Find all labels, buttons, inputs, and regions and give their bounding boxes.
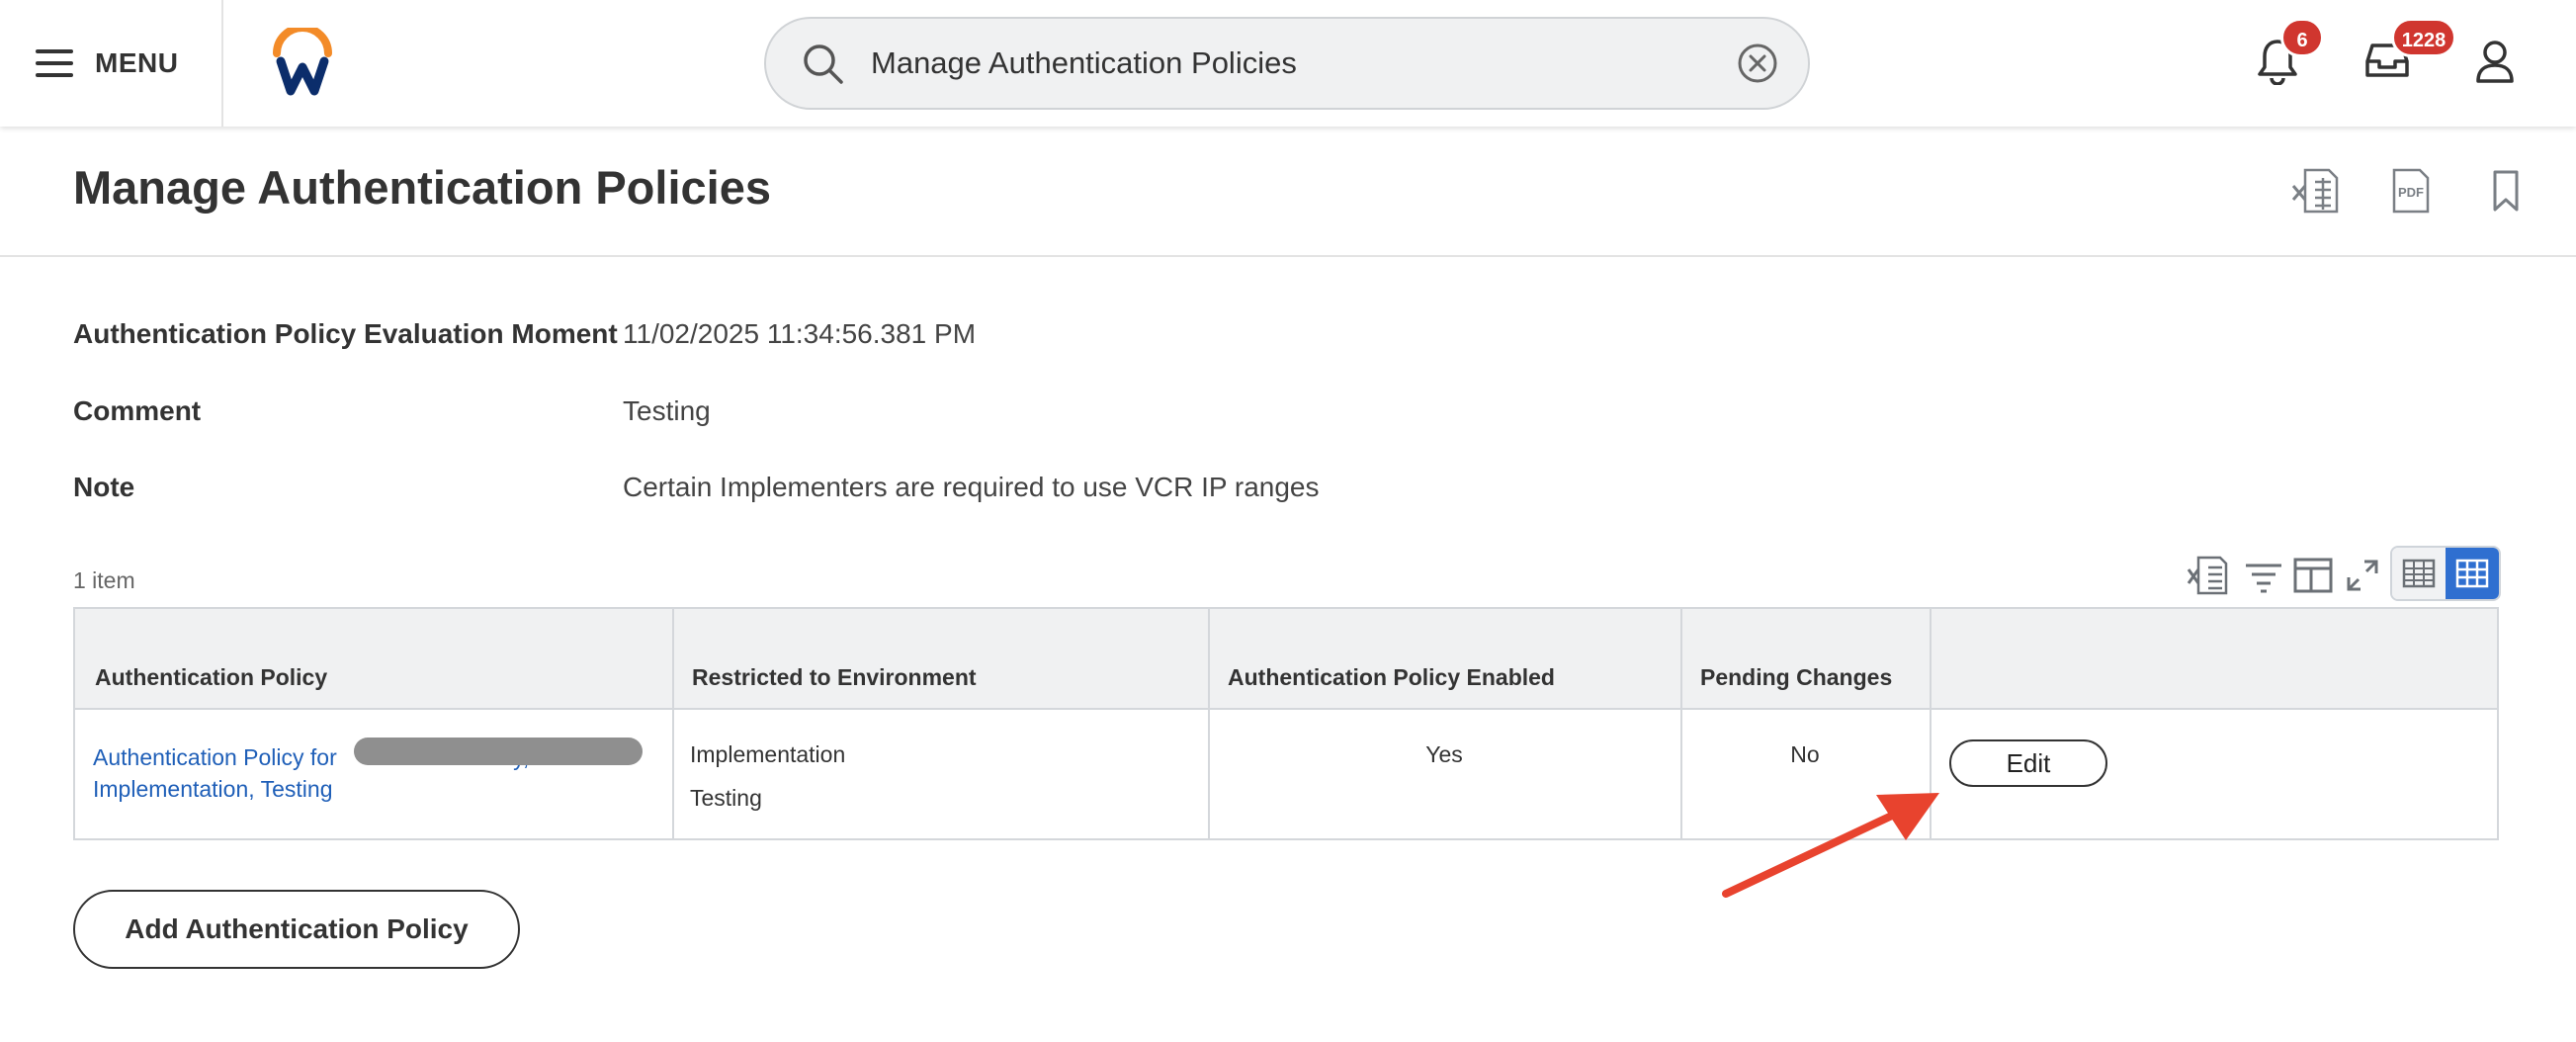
environment-testing: Testing xyxy=(690,785,762,811)
col-header-restricted-environment[interactable]: Restricted to Environment xyxy=(692,664,977,691)
search-icon xyxy=(804,44,843,84)
note-label: Note xyxy=(73,472,135,502)
search-input[interactable]: Manage Authentication Policies xyxy=(871,19,1297,108)
page-title: Manage Authentication Policies xyxy=(73,161,771,214)
evaluation-moment-label: Authentication Policy Evaluation Moment xyxy=(73,318,618,349)
table-view-icon xyxy=(2402,559,2436,588)
user-icon xyxy=(2476,41,2514,83)
column-divider xyxy=(1208,609,1210,838)
clear-search-icon[interactable] xyxy=(1735,41,1780,86)
col-header-authentication-policy[interactable]: Authentication Policy xyxy=(95,664,327,691)
view-toggle xyxy=(2390,546,2501,601)
annotation-arrow xyxy=(1722,793,1939,898)
profile-button[interactable] xyxy=(2475,40,2523,87)
grid-view-button[interactable] xyxy=(2446,548,2499,599)
filter-icon[interactable] xyxy=(2242,554,2285,597)
environment-implementation: Implementation xyxy=(690,741,846,767)
evaluation-moment-value: 11/02/2025 11:34:56.381 PM xyxy=(623,318,977,349)
add-authentication-policy-button[interactable]: Add Authentication Policy xyxy=(73,890,520,969)
col-header-pending-changes[interactable]: Pending Changes xyxy=(1700,664,1892,691)
grid-header-row xyxy=(75,609,2497,710)
table-view-button[interactable] xyxy=(2392,548,2446,599)
pending-changes-value: No xyxy=(1790,741,1820,767)
column-divider xyxy=(672,609,674,838)
menu-button[interactable]: MENU xyxy=(36,30,178,97)
svg-text:PDF: PDF xyxy=(2398,185,2424,200)
column-layout-icon[interactable] xyxy=(2291,554,2335,597)
fullscreen-icon[interactable] xyxy=(2341,554,2384,597)
pdf-export-icon[interactable]: PDF xyxy=(2386,166,2436,216)
policy-link-line1: Authentication Policy for xyxy=(93,744,337,770)
redacted-text xyxy=(354,738,643,765)
global-header: MENU Manage Authentication Policies 6 12… xyxy=(0,0,2576,127)
authentication-policies-grid: Authentication Policy Restricted to Envi… xyxy=(73,607,2499,840)
inbox-count-badge: 1228 xyxy=(2391,18,2456,57)
note-value: Certain Implementers are required to use… xyxy=(623,472,1320,502)
item-count: 1 item xyxy=(73,567,135,593)
notifications-count-badge: 6 xyxy=(2280,18,2324,57)
header-divider xyxy=(221,0,223,127)
column-divider xyxy=(1680,609,1682,838)
excel-export-icon[interactable] xyxy=(2291,166,2341,216)
menu-label: MENU xyxy=(95,47,179,78)
policy-enabled-value: Yes xyxy=(1425,741,1463,767)
page-header: Manage Authentication Policies PDF xyxy=(0,127,2576,257)
grid-view-icon xyxy=(2455,559,2489,588)
workday-logo[interactable] xyxy=(267,28,338,99)
policy-link-line2: Implementation, Testing xyxy=(93,776,333,802)
edit-button[interactable]: Edit xyxy=(1949,739,2107,787)
table-excel-export-icon[interactable] xyxy=(2187,554,2230,597)
comment-value: Testing xyxy=(623,395,711,426)
hamburger-icon xyxy=(36,49,73,77)
col-header-policy-enabled[interactable]: Authentication Policy Enabled xyxy=(1228,664,1555,691)
comment-label: Comment xyxy=(73,395,202,426)
bookmark-icon[interactable] xyxy=(2481,166,2531,216)
global-search-bar[interactable]: Manage Authentication Policies xyxy=(764,17,1810,110)
